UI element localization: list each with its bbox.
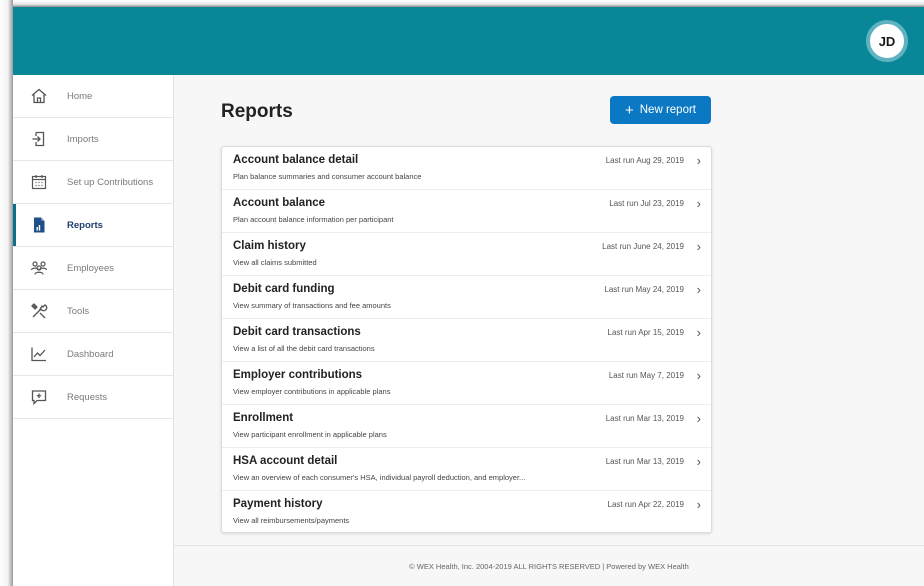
report-description: View summary of transactions and fee amo… xyxy=(233,301,391,310)
footer-text: © WEX Health, Inc. 2004-2019 ALL RIGHTS … xyxy=(409,561,689,571)
report-row[interactable]: Claim history View all claims submitted … xyxy=(222,233,711,276)
report-icon xyxy=(34,217,45,233)
top-bar: JD xyxy=(13,7,924,75)
chart-icon xyxy=(31,347,46,362)
report-title: Debit card funding xyxy=(233,283,335,295)
report-description: View all claims submitted xyxy=(233,258,317,267)
sidebar-item-label: Dashboard xyxy=(67,348,114,360)
new-report-button[interactable]: + New report xyxy=(610,96,711,124)
report-last-run: Last run May 7, 2019 xyxy=(608,371,684,380)
chevron-right-icon: › xyxy=(696,196,701,211)
home-icon xyxy=(31,88,47,104)
calendar-icon xyxy=(31,175,47,190)
sidebar-item-label: Tools xyxy=(67,305,90,317)
sidebar-item-reports[interactable]: Reports xyxy=(13,204,173,247)
report-last-run: Last run Mar 13, 2019 xyxy=(605,457,684,466)
sidebar-item-label: Home xyxy=(67,90,93,102)
chevron-right-icon: › xyxy=(696,153,701,168)
report-row[interactable]: HSA account detail View an overview of e… xyxy=(222,448,711,491)
report-description: View employer contributions in applicabl… xyxy=(233,387,391,396)
report-title: Employer contributions xyxy=(233,369,363,381)
report-description: View all reimbursements/payments xyxy=(233,516,350,525)
chevron-right-icon: › xyxy=(696,411,701,426)
report-row[interactable]: Payment history View all reimbursements/… xyxy=(222,491,711,534)
report-title: Payment history xyxy=(233,498,323,510)
report-description: Plan account balance information per par… xyxy=(233,215,394,224)
report-title: Claim history xyxy=(233,240,306,252)
footer: © WEX Health, Inc. 2004-2019 ALL RIGHTS … xyxy=(174,545,924,586)
reports-list: Account balance detail Plan balance summ… xyxy=(221,146,712,533)
report-title: HSA account detail xyxy=(233,455,338,467)
new-report-label: New report xyxy=(639,104,696,116)
report-title: Enrollment xyxy=(233,412,294,424)
plus-icon: + xyxy=(624,101,634,119)
report-last-run: Last run Aug 29, 2019 xyxy=(605,156,684,165)
report-last-run: Last run Mar 13, 2019 xyxy=(605,414,684,423)
chevron-right-icon: › xyxy=(696,497,701,512)
sidebar-item-label: Requests xyxy=(67,391,108,403)
report-title: Account balance xyxy=(233,197,326,209)
report-last-run: Last run Jul 23, 2019 xyxy=(609,199,684,208)
frame-shadow-top xyxy=(13,0,924,7)
avatar-initials: JD xyxy=(878,33,896,49)
avatar[interactable]: JD xyxy=(866,20,908,62)
sidebar-item-set-up-contributions[interactable]: Set up Contributions xyxy=(13,161,173,204)
report-description: Plan balance summaries and consumer acco… xyxy=(233,172,422,181)
report-title: Debit card transactions xyxy=(233,326,361,338)
sidebar-item-label: Reports xyxy=(67,219,103,231)
report-row[interactable]: Account balance detail Plan balance summ… xyxy=(222,147,711,190)
chevron-right-icon: › xyxy=(696,239,701,254)
page-title: Reports xyxy=(221,101,293,122)
report-description: View an overview of each consumer's HSA,… xyxy=(233,473,526,482)
screenshot-frame: JD Home Imports Set up Contributions Rep… xyxy=(0,0,924,586)
sidebar-item-employees[interactable]: Employees xyxy=(13,247,173,290)
report-last-run: Last run Apr 22, 2019 xyxy=(607,500,685,509)
report-description: View a list of all the debit card transa… xyxy=(233,344,375,353)
sidebar-item-tools[interactable]: Tools xyxy=(13,290,173,333)
chevron-right-icon: › xyxy=(696,325,701,340)
report-row[interactable]: Debit card funding View summary of trans… xyxy=(222,276,711,319)
report-row[interactable]: Account balance Plan account balance inf… xyxy=(222,190,711,233)
report-row[interactable]: Debit card transactions View a list of a… xyxy=(222,319,711,362)
main-content: Reports + New report Account balance det… xyxy=(174,75,924,545)
import-icon xyxy=(32,131,45,147)
people-icon xyxy=(30,261,48,275)
chevron-right-icon: › xyxy=(696,282,701,297)
sidebar-item-label: Set up Contributions xyxy=(67,176,154,188)
report-last-run: Last run May 24, 2019 xyxy=(604,285,684,294)
sidebar: Home Imports Set up Contributions Report… xyxy=(13,75,174,586)
chevron-right-icon: › xyxy=(696,368,701,383)
sidebar-item-home[interactable]: Home xyxy=(13,75,173,118)
sidebar-item-label: Employees xyxy=(67,262,114,274)
request-icon xyxy=(31,390,47,406)
report-row[interactable]: Employer contributions View employer con… xyxy=(222,362,711,405)
app-window: JD Home Imports Set up Contributions Rep… xyxy=(13,7,924,586)
tools-icon xyxy=(31,303,48,319)
report-last-run: Last run June 24, 2019 xyxy=(602,242,684,251)
sidebar-item-label: Imports xyxy=(67,133,99,145)
report-row[interactable]: Enrollment View participant enrollment i… xyxy=(222,405,711,448)
report-title: Account balance detail xyxy=(233,154,359,166)
report-last-run: Last run Apr 15, 2019 xyxy=(607,328,685,337)
chevron-right-icon: › xyxy=(696,454,701,469)
sidebar-item-requests[interactable]: Requests xyxy=(13,376,173,419)
sidebar-item-dashboard[interactable]: Dashboard xyxy=(13,333,173,376)
sidebar-item-imports[interactable]: Imports xyxy=(13,118,173,161)
report-description: View participant enrollment in applicabl… xyxy=(233,430,387,439)
frame-shadow-left xyxy=(0,0,13,586)
